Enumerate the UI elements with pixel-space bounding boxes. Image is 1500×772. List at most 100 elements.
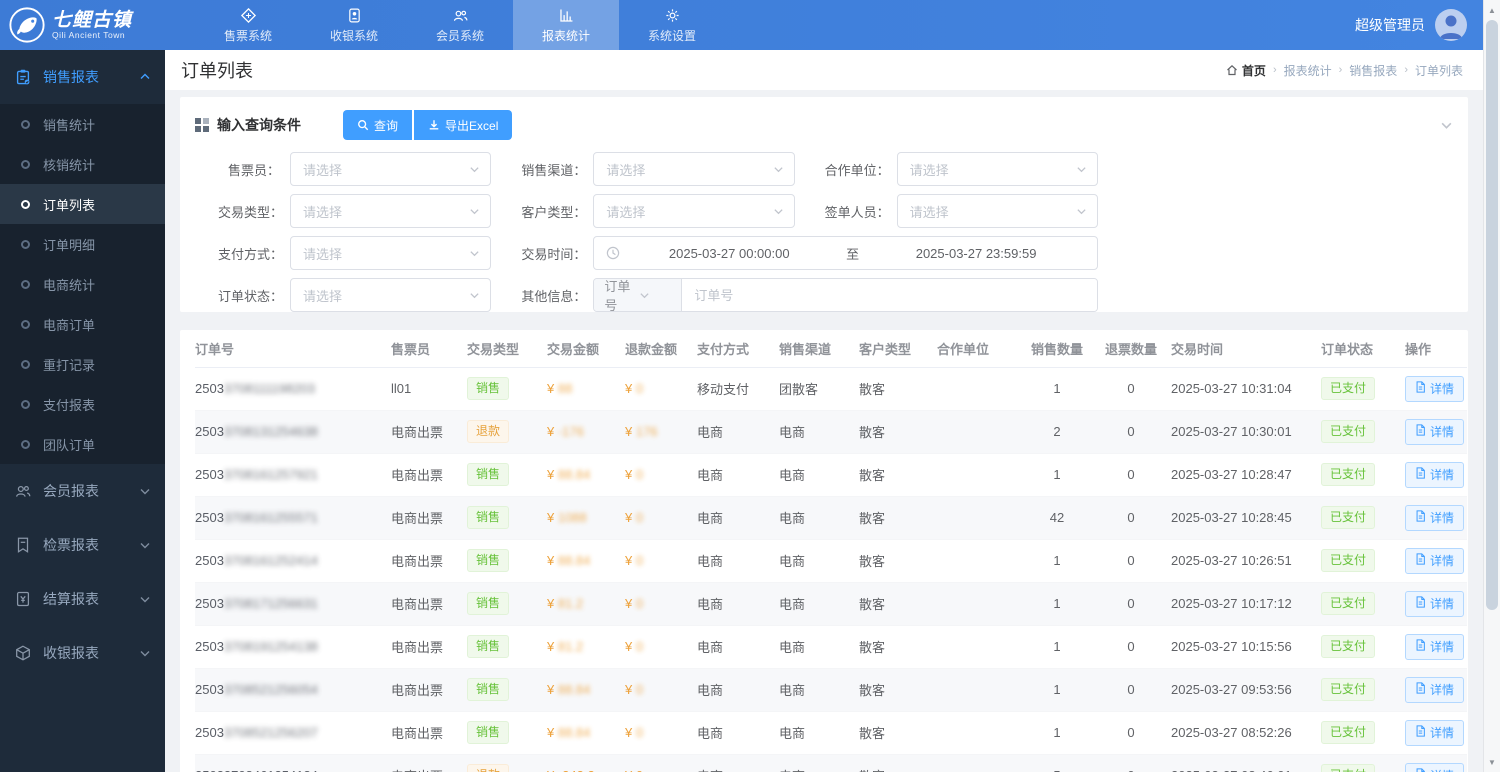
sidebar-item-支付报表[interactable]: 支付报表 xyxy=(0,384,165,424)
sidebar-item-团队订单[interactable]: 团队订单 xyxy=(0,424,165,464)
detail-button[interactable]: 详情 xyxy=(1405,419,1464,445)
breadcrumb-item-首页[interactable]: 首页 xyxy=(1226,62,1266,79)
sidebar-item-订单列表[interactable]: 订单列表 xyxy=(0,184,165,224)
scroll-down-arrow-icon[interactable]: ▼ xyxy=(1484,754,1500,770)
chevron-down-icon xyxy=(139,485,151,497)
ticket-check-report-icon xyxy=(14,536,32,554)
status-badge: 已支付 xyxy=(1321,549,1375,571)
cell-sales-channel: 电商 xyxy=(779,625,859,668)
cell-order-no: 25033708161255571 xyxy=(195,496,391,539)
order-status-select[interactable]: 请选择 xyxy=(290,278,491,312)
order-no-input[interactable] xyxy=(682,279,1097,311)
topnav-item-label: 收银系统 xyxy=(330,27,378,44)
sidebar-section-label: 收银报表 xyxy=(43,643,139,663)
order-no-prefix: 2503 xyxy=(195,424,224,439)
column-header-操作: 操作 xyxy=(1405,330,1467,367)
chevron-up-icon xyxy=(139,71,151,83)
cell-transaction-type: 退款 xyxy=(467,410,547,453)
start-datetime-value[interactable]: 2025-03-27 00:00:00 xyxy=(620,246,838,261)
sidebar-section-销售报表[interactable]: 销售报表 xyxy=(0,50,165,104)
cell-transaction-type: 销售 xyxy=(467,668,547,711)
detail-button[interactable]: 详情 xyxy=(1405,763,1464,772)
cell-seller: 电商出票 xyxy=(391,582,467,625)
cell-order-status: 已支付 xyxy=(1321,496,1405,539)
column-header-退票数量: 退票数量 xyxy=(1099,330,1171,367)
sales-channel-select[interactable]: 请选择 xyxy=(593,152,794,186)
collapse-panel-icon[interactable] xyxy=(1440,119,1453,132)
topnav-item-会员系统[interactable]: 会员系统 xyxy=(407,0,513,50)
cell-customer-type: 散客 xyxy=(859,668,937,711)
export-excel-button[interactable]: 导出Excel xyxy=(414,110,512,140)
sidebar-item-label: 订单明细 xyxy=(43,235,95,254)
current-user-name[interactable]: 超级管理员 xyxy=(1355,15,1425,35)
field-order-status: 订单状态： 请选择 xyxy=(218,278,491,312)
cell-transaction-time: 2025-03-27 10:28:47 xyxy=(1171,453,1321,496)
vertical-scrollbar[interactable]: ▲ ▼ xyxy=(1483,0,1500,772)
cell-order-no: 25033708111198203 xyxy=(195,367,391,410)
radio-circle-icon xyxy=(21,120,30,129)
chevron-down-icon xyxy=(139,593,151,605)
detail-button[interactable]: 详情 xyxy=(1405,548,1464,574)
document-icon xyxy=(1415,639,1426,654)
field-transaction-time: 交易时间： 2025-03-27 00:00:00 至 2025-03-27 2… xyxy=(521,236,1098,270)
customer-type-select[interactable]: 请选择 xyxy=(593,194,794,228)
sidebar-section-检票报表[interactable]: 检票报表 xyxy=(0,518,165,572)
topnav-item-收银系统[interactable]: 收银系统 xyxy=(301,0,407,50)
cell-transaction-amount: ¥ 88.84 xyxy=(547,711,625,754)
transaction-type-select[interactable]: 请选择 xyxy=(290,194,491,228)
field-payment-method: 支付方式： 请选择 xyxy=(218,236,491,270)
end-datetime-value[interactable]: 2025-03-27 23:59:59 xyxy=(867,246,1085,261)
search-button[interactable]: 查询 xyxy=(343,110,412,140)
detail-button[interactable]: 详情 xyxy=(1405,505,1464,531)
other-info-type-select[interactable]: 订单号 xyxy=(594,279,682,311)
breadcrumb-item-销售报表[interactable]: 销售报表 xyxy=(1349,62,1397,79)
radio-circle-icon xyxy=(21,360,30,369)
scroll-up-arrow-icon[interactable]: ▲ xyxy=(1484,2,1500,18)
topnav-item-系统设置[interactable]: 系统设置 xyxy=(619,0,725,50)
payment-method-select[interactable]: 请选择 xyxy=(290,236,491,270)
sidebar-section-收银报表[interactable]: 收银报表 xyxy=(0,626,165,680)
cell-partner xyxy=(937,754,1023,772)
detail-button[interactable]: 详情 xyxy=(1405,720,1464,746)
detail-button[interactable]: 详情 xyxy=(1405,677,1464,703)
signer-select[interactable]: 请选择 xyxy=(897,194,1098,228)
cell-actions: 详情 xyxy=(1405,582,1467,625)
cell-transaction-time: 2025-03-27 08:46:01 xyxy=(1171,754,1321,772)
cell-partner xyxy=(937,410,1023,453)
date-range-picker[interactable]: 2025-03-27 00:00:00 至 2025-03-27 23:59:5… xyxy=(593,236,1098,270)
brand-logo: 七鲤古镇 Qili Ancient Town xyxy=(0,6,165,44)
sidebar-item-核销统计[interactable]: 核销统计 xyxy=(0,144,165,184)
user-avatar[interactable] xyxy=(1435,9,1467,41)
cell-refund-amount: ¥ 0 xyxy=(625,625,697,668)
breadcrumb-item-报表统计[interactable]: 报表统计 xyxy=(1284,62,1332,79)
detail-button[interactable]: 详情 xyxy=(1405,634,1464,660)
sidebar-item-销售统计[interactable]: 销售统计 xyxy=(0,104,165,144)
sidebar-item-订单明细[interactable]: 订单明细 xyxy=(0,224,165,264)
sidebar-section-结算报表[interactable]: 结算报表 xyxy=(0,572,165,626)
cell-transaction-time: 2025-03-27 10:31:04 xyxy=(1171,367,1321,410)
radio-circle-icon xyxy=(21,240,30,249)
topnav-item-售票系统[interactable]: 售票系统 xyxy=(195,0,301,50)
detail-button[interactable]: 详情 xyxy=(1405,376,1464,402)
detail-button[interactable]: 详情 xyxy=(1405,462,1464,488)
cell-transaction-amount: ¥ 88 xyxy=(547,367,625,410)
cell-refund-qty: 0 xyxy=(1099,625,1171,668)
seller-select[interactable]: 请选择 xyxy=(290,152,491,186)
detail-button[interactable]: 详情 xyxy=(1405,591,1464,617)
order-no-prefix: 2503 xyxy=(195,682,224,697)
sidebar-section-会员报表[interactable]: 会员报表 xyxy=(0,464,165,518)
chevron-down-icon xyxy=(773,206,784,217)
topnav-item-报表统计[interactable]: 报表统计 xyxy=(513,0,619,50)
sidebar-item-电商统计[interactable]: 电商统计 xyxy=(0,264,165,304)
sidebar-item-label: 团队订单 xyxy=(43,435,95,454)
query-panel-header: 输入查询条件 查询 导出Excel xyxy=(180,97,1468,146)
cell-order-no: 25033708131254638 xyxy=(195,410,391,453)
amount-value: 88.84 xyxy=(558,682,591,697)
partner-select[interactable]: 请选择 xyxy=(897,152,1098,186)
amount-value: 88 xyxy=(558,381,572,396)
sidebar-item-重打记录[interactable]: 重打记录 xyxy=(0,344,165,384)
cell-payment-method: 移动支付 xyxy=(697,367,779,410)
scrollbar-thumb[interactable] xyxy=(1486,20,1498,610)
sidebar-item-电商订单[interactable]: 电商订单 xyxy=(0,304,165,344)
cell-refund-qty: 0 xyxy=(1099,453,1171,496)
